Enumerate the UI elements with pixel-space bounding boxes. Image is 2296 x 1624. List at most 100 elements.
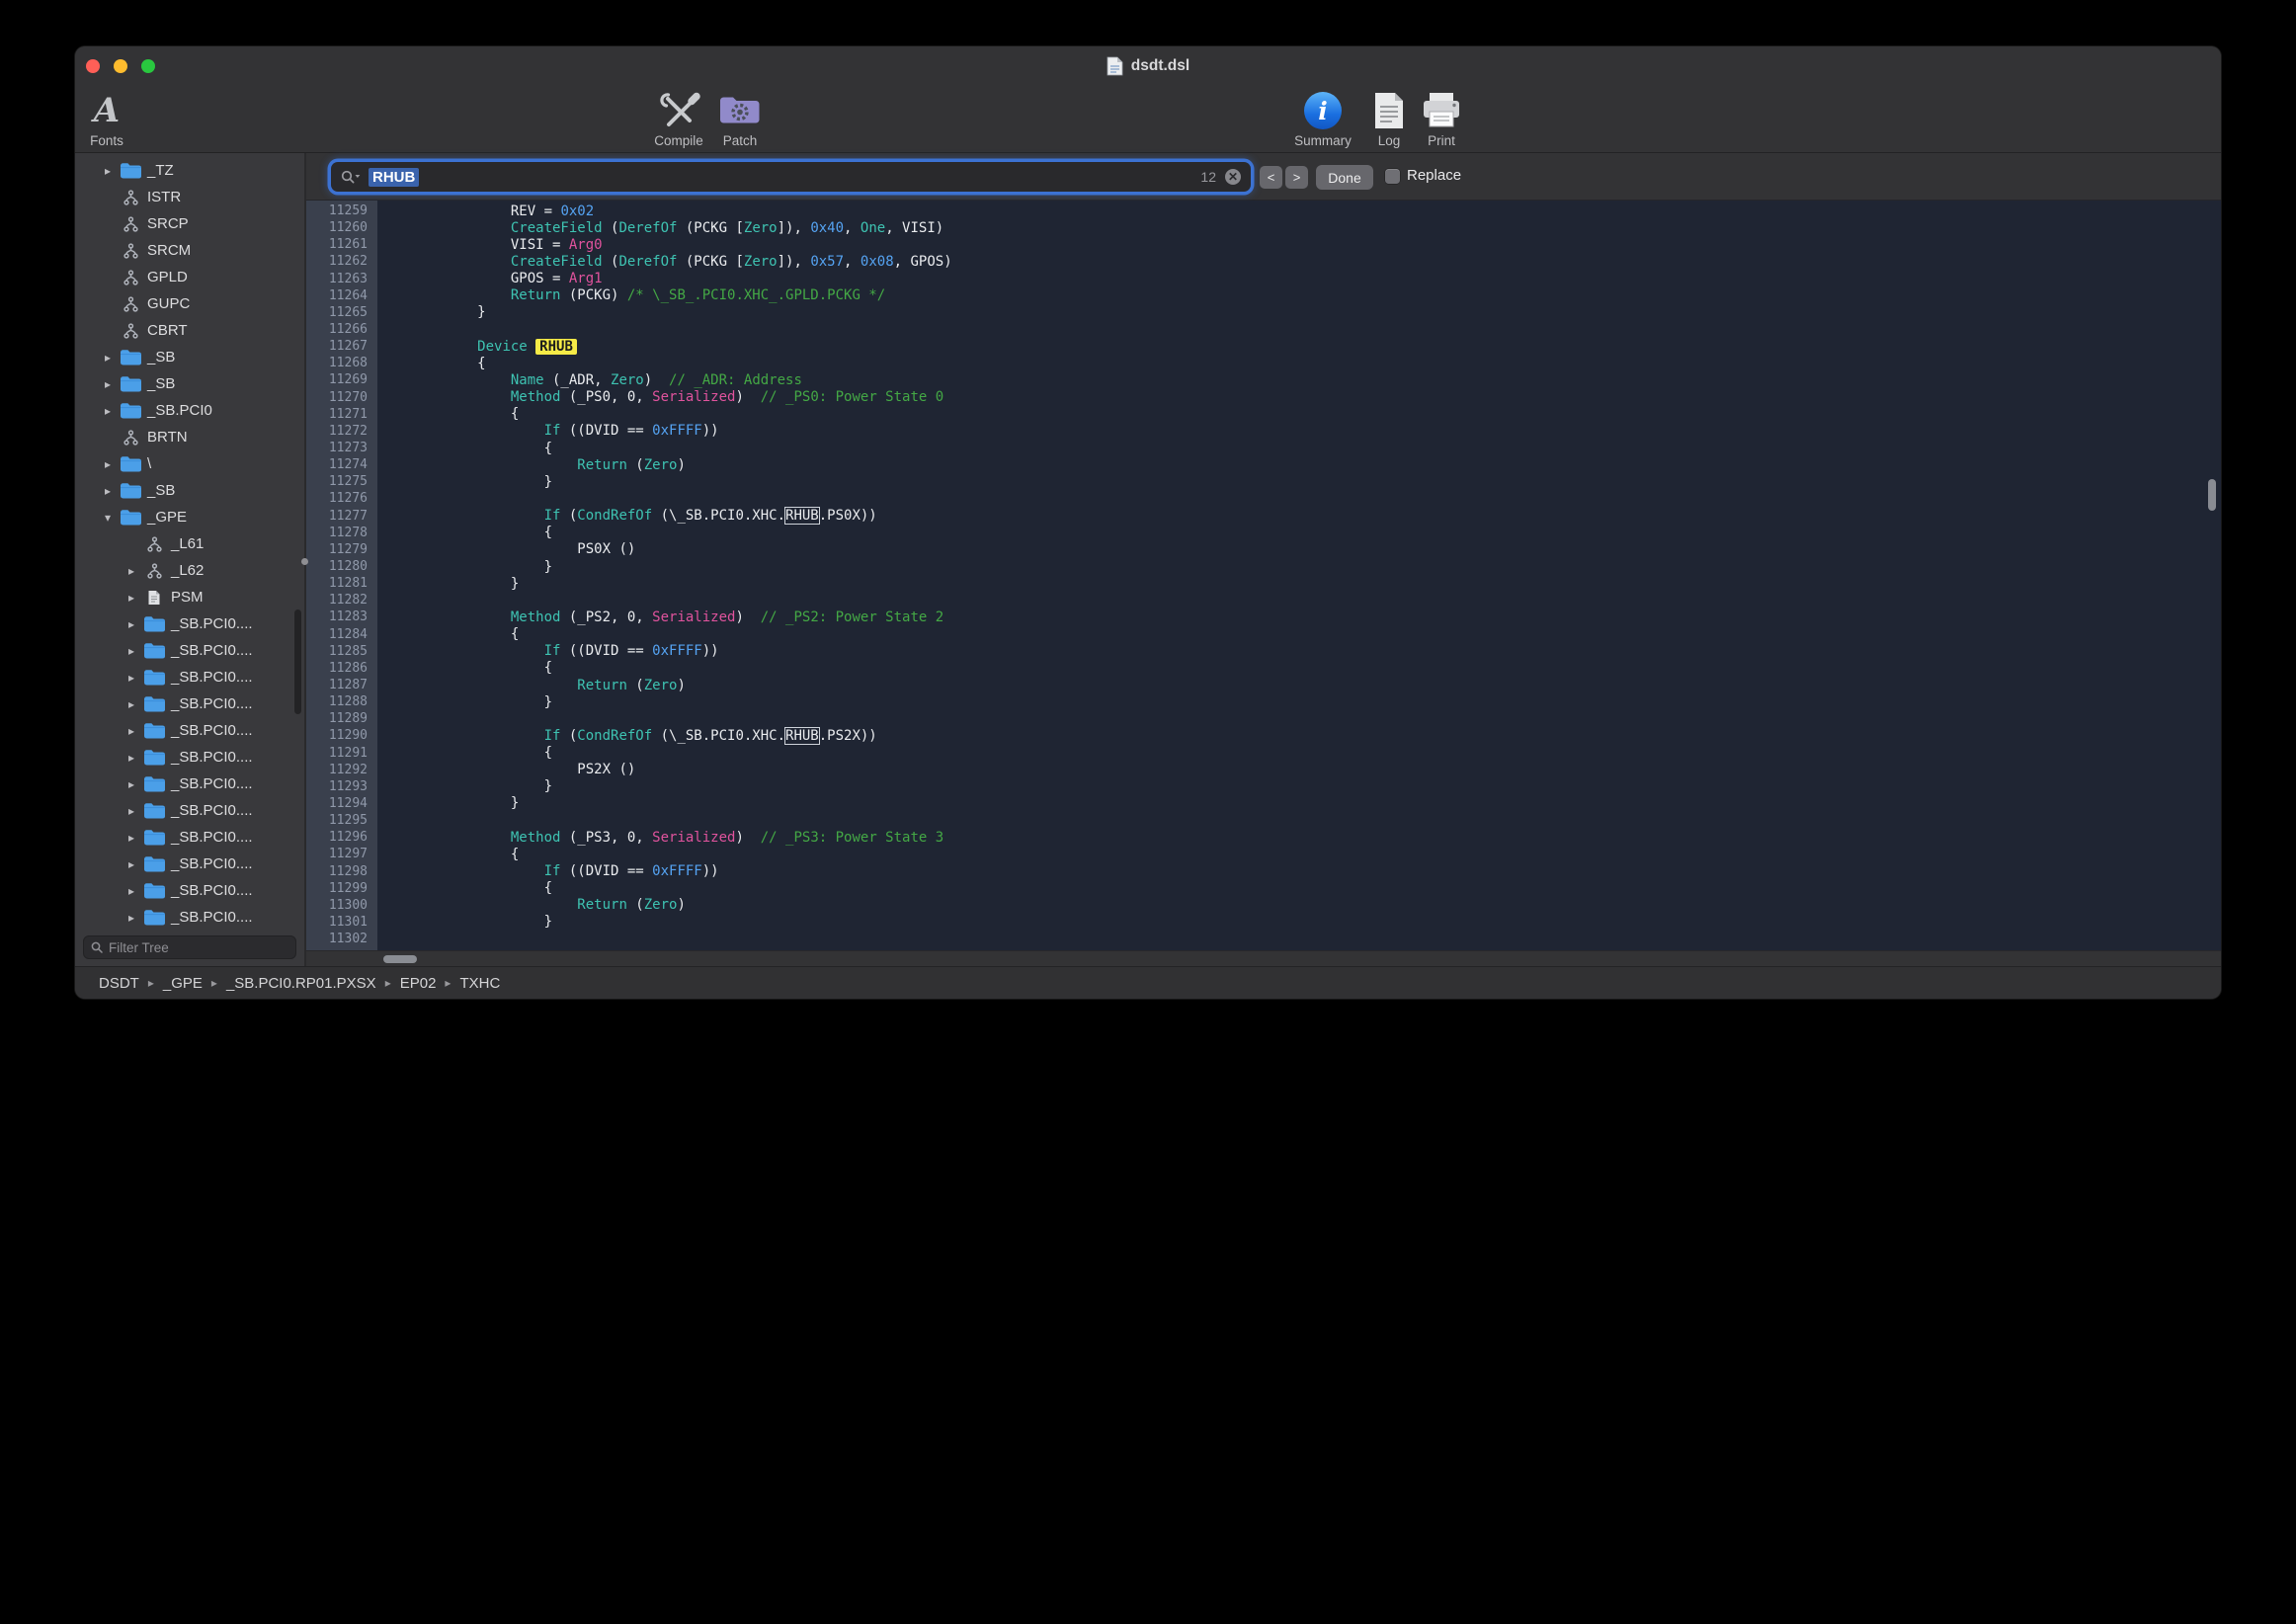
breadcrumb-item[interactable]: _GPE (163, 975, 203, 992)
tree-item-label: \ (147, 455, 151, 472)
breadcrumb-separator-icon: ▸ (445, 976, 451, 990)
editor-vertical-scrollbar-thumb[interactable] (2208, 479, 2216, 511)
disclosure-triangle-icon[interactable]: ▸ (99, 457, 117, 471)
tree-item[interactable]: ▸_SB.PCI0.... (75, 664, 304, 690)
line-number: 11283 (306, 609, 377, 624)
tree-item[interactable]: ▸_SB.PCI0.... (75, 690, 304, 717)
find-next-button[interactable]: > (1285, 166, 1308, 189)
tree-item[interactable]: ▸ _SB.PCI0.... (75, 771, 304, 797)
replace-checkbox[interactable] (1385, 169, 1400, 184)
patch-button[interactable]: Patch (700, 89, 779, 150)
splitter-handle[interactable] (301, 558, 308, 565)
find-bar: RHUB 12 ✕ < > Done Replace (306, 153, 2221, 201)
done-button[interactable]: Done (1316, 165, 1373, 190)
tree-item[interactable]: ▸_SB.PCI0.... (75, 904, 304, 931)
line-number: 11275 (306, 474, 377, 489)
sidebar-scrollbar-thumb[interactable] (294, 609, 301, 714)
code-text: } (377, 559, 552, 575)
tree-item[interactable]: ▸_SB.PCI0.... (75, 797, 304, 824)
tree-item[interactable]: GPLD (75, 264, 304, 290)
print-button[interactable]: Print (1402, 89, 1481, 150)
tree-item[interactable]: SRCM (75, 237, 304, 264)
disclosure-triangle-icon[interactable]: ▸ (99, 377, 117, 391)
disclosure-triangle-icon[interactable]: ▸ (99, 404, 117, 418)
folder-icon (140, 615, 168, 632)
disclosure-triangle-icon[interactable]: ▸ (99, 164, 117, 178)
tree-item[interactable]: ▸_SB.PCI0.... (75, 931, 304, 933)
tree-item[interactable]: ▸_SB (75, 477, 304, 504)
tree-item[interactable]: ▸_SB.PCI0.... (75, 824, 304, 851)
maciasl-window: dsdt.dsl A Fonts Compile (75, 46, 2221, 999)
code-text: Method (_PS3, 0, Serialized) // _PS3: Po… (377, 830, 943, 846)
tree-item[interactable]: ▸_L62 (75, 557, 304, 584)
code-editor[interactable]: 11259 REV = 0x0211260 CreateField (Deref… (306, 201, 2221, 950)
disclosure-triangle-icon[interactable]: ▸ (123, 884, 140, 898)
tree-item[interactable]: ▸\ (75, 450, 304, 477)
find-input[interactable]: RHUB 12 ✕ (331, 162, 1251, 192)
tree-item-label: _SB.PCI0.... (171, 722, 253, 739)
tree-item[interactable]: BRTN (75, 424, 304, 450)
fonts-button[interactable]: A Fonts (75, 89, 138, 150)
disclosure-triangle-icon[interactable]: ▸ (123, 777, 140, 791)
tree-item[interactable]: ▸_SB.PCI0.... (75, 744, 304, 771)
disclosure-triangle-icon[interactable]: ▾ (99, 511, 117, 525)
tree-item[interactable]: SRCP (75, 210, 304, 237)
tree-item-label: _SB.PCI0.... (171, 775, 253, 792)
disclosure-triangle-icon[interactable]: ▸ (123, 644, 140, 658)
disclosure-triangle-icon[interactable]: ▸ (123, 591, 140, 605)
clear-search-icon[interactable]: ✕ (1225, 169, 1241, 185)
title-bar[interactable]: dsdt.dsl (75, 46, 2221, 86)
breadcrumb-item[interactable]: TXHC (459, 975, 500, 992)
line-number: 11282 (306, 593, 377, 608)
method-icon (117, 243, 144, 259)
code-line: 11290 If (CondRefOf (\_SB.PCI0.XHC.RHUB.… (306, 727, 2221, 744)
disclosure-triangle-icon[interactable]: ▸ (99, 484, 117, 498)
disclosure-triangle-icon[interactable]: ▸ (123, 564, 140, 578)
breadcrumb-item[interactable]: EP02 (400, 975, 437, 992)
method-icon (117, 216, 144, 232)
disclosure-triangle-icon[interactable]: ▸ (123, 857, 140, 871)
tree-item[interactable]: ▸_SB.PCI0.... (75, 851, 304, 877)
code-text: If ((DVID == 0xFFFF)) (377, 643, 719, 659)
disclosure-triangle-icon[interactable]: ▸ (123, 804, 140, 818)
breadcrumb-item[interactable]: _SB.PCI0.RP01.PXSX (226, 975, 376, 992)
line-number: 11263 (306, 272, 377, 286)
tree-item[interactable]: ▸_SB (75, 344, 304, 370)
editor-horizontal-scrollbar-thumb[interactable] (383, 955, 417, 963)
search-menu-icon[interactable] (341, 170, 361, 184)
tree-item[interactable]: ▸_SB.PCI0.... (75, 637, 304, 664)
tree-item[interactable]: ▸PSM (75, 584, 304, 610)
tree-item[interactable]: ▸_SB.PCI0 (75, 397, 304, 424)
tree-item[interactable]: ▸ _SB.PCI0.... (75, 877, 304, 904)
line-number: 11266 (306, 322, 377, 337)
code-line: 11288 } (306, 693, 2221, 710)
line-number: 11260 (306, 220, 377, 235)
filter-tree-input[interactable] (109, 940, 288, 955)
disclosure-triangle-icon[interactable]: ▸ (123, 911, 140, 925)
tree-item[interactable]: ▾_GPE (75, 504, 304, 530)
disclosure-triangle-icon[interactable]: ▸ (123, 724, 140, 738)
code-line: 11285 If ((DVID == 0xFFFF)) (306, 643, 2221, 660)
disclosure-triangle-icon[interactable]: ▸ (123, 671, 140, 685)
folder-icon (140, 855, 168, 872)
disclosure-triangle-icon[interactable]: ▸ (123, 697, 140, 711)
filter-tree-field[interactable] (83, 935, 296, 959)
disclosure-triangle-icon[interactable]: ▸ (123, 831, 140, 845)
find-previous-button[interactable]: < (1260, 166, 1282, 189)
disclosure-triangle-icon[interactable]: ▸ (123, 751, 140, 765)
tree-item[interactable]: GUPC (75, 290, 304, 317)
tree-item[interactable]: ▸_SB.PCI0.... (75, 610, 304, 637)
tree-item[interactable]: _L61 (75, 530, 304, 557)
disclosure-triangle-icon[interactable]: ▸ (123, 617, 140, 631)
tree-item[interactable]: ISTR (75, 184, 304, 210)
tree-item[interactable]: ▸_SB (75, 370, 304, 397)
folder-icon (140, 642, 168, 659)
breadcrumb-item[interactable]: DSDT (99, 975, 139, 992)
code-text: If ((DVID == 0xFFFF)) (377, 423, 719, 439)
tree-item[interactable]: ▸_TZ (75, 157, 304, 184)
tree-item[interactable]: CBRT (75, 317, 304, 344)
tree-item[interactable]: ▸ _SB.PCI0.... (75, 717, 304, 744)
tree-item-label: _SB.PCI0.... (171, 882, 253, 899)
line-number: 11281 (306, 576, 377, 591)
disclosure-triangle-icon[interactable]: ▸ (99, 351, 117, 365)
